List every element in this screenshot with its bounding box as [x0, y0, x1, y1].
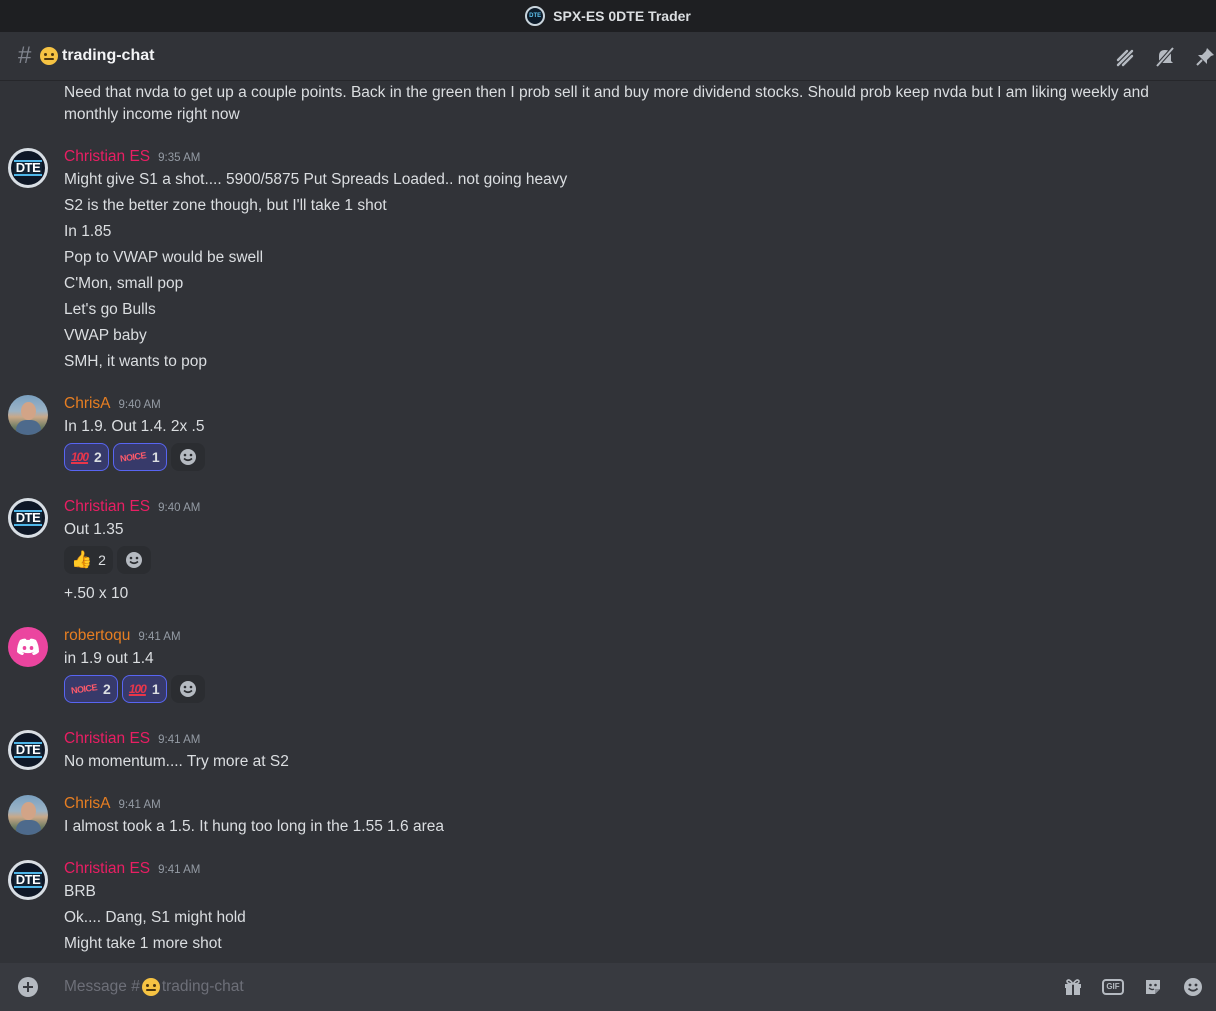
reaction-100[interactable]: 100 1	[121, 675, 167, 703]
message-text: No momentum.... Try more at S2	[64, 753, 289, 770]
avatar[interactable]	[8, 395, 48, 435]
add-attachment-icon[interactable]	[18, 977, 38, 997]
message-text: VWAP baby	[64, 327, 147, 344]
gift-icon[interactable]	[1062, 976, 1084, 998]
message-input[interactable]: Message # trading-chat	[64, 978, 244, 996]
sticker-icon[interactable]	[1142, 976, 1164, 998]
message-text: In 1.85	[64, 223, 112, 240]
username[interactable]: Christian ES	[64, 498, 150, 516]
reaction-bar: NOICE 2 100 1	[64, 675, 209, 703]
reaction-noice[interactable]: NOICE 2	[64, 675, 118, 703]
pin-icon[interactable]	[1194, 46, 1216, 68]
reaction-100[interactable]: 100 2	[64, 443, 109, 471]
timestamp: 9:35 AM	[158, 152, 201, 164]
channel-header: # trading-chat	[0, 32, 1216, 81]
grimace-emoji-icon	[141, 978, 160, 996]
message-text: Pop to VWAP would be swell	[64, 249, 264, 266]
composer-toolbar: GIF	[1044, 963, 1204, 1011]
username[interactable]: Christian ES	[64, 730, 150, 748]
avatar[interactable]	[8, 795, 48, 835]
hundred-emoji-icon: 100	[128, 682, 147, 696]
add-reaction-button[interactable]	[116, 546, 151, 574]
message-text: BRB	[64, 883, 96, 900]
message-composer[interactable]: Message # trading-chat GIF	[0, 963, 1216, 1011]
reaction-noice[interactable]: NOICE 1	[112, 443, 167, 471]
message-text: Need that nvda to get up a couple points…	[64, 84, 1149, 123]
noice-emoji-icon: NOICE	[70, 682, 98, 696]
username[interactable]: Christian ES	[64, 148, 150, 166]
window-titlebar: DTE SPX-ES 0DTE Trader	[0, 0, 1216, 32]
username[interactable]: robertoqu	[64, 627, 130, 645]
message-text: Ok.... Dang, S1 might hold	[64, 909, 246, 926]
gif-icon[interactable]: GIF	[1102, 976, 1124, 998]
message-text: Might give S1 a shot.... 5900/5875 Put S…	[64, 171, 568, 188]
avatar[interactable]: DTE	[8, 148, 48, 188]
message-text: S2 is the better zone though, but I'll t…	[64, 197, 387, 214]
timestamp: 9:41 AM	[158, 734, 201, 746]
smiley-icon	[179, 449, 196, 465]
timestamp: 9:41 AM	[118, 799, 161, 811]
server-icon: DTE	[525, 6, 546, 26]
avatar[interactable]: DTE	[8, 498, 48, 538]
reaction-thumbs-up[interactable]: 👍 2	[64, 546, 113, 574]
avatar[interactable]: DTE	[8, 860, 48, 900]
timestamp: 9:40 AM	[118, 399, 161, 411]
message-text: Might take 1 more shot	[64, 935, 222, 952]
channel-name: trading-chat	[62, 47, 155, 64]
username[interactable]: ChrisA	[64, 795, 111, 813]
thumbs-up-icon: 👍	[71, 550, 93, 569]
message-text: +.50 x 10	[64, 585, 129, 602]
smiley-icon	[179, 681, 196, 697]
header-toolbar	[1096, 32, 1216, 81]
message-text: I almost took a 1.5. It hung too long in…	[64, 818, 445, 835]
emoji-picker-icon[interactable]	[1182, 976, 1204, 998]
reaction-bar: 100 2 NOICE 1	[64, 443, 209, 471]
grimace-emoji-icon	[40, 47, 58, 65]
discord-logo-icon	[17, 638, 39, 655]
window-title: SPX-ES 0DTE Trader	[553, 8, 691, 24]
noice-emoji-icon: NOICE	[119, 450, 147, 464]
username[interactable]: ChrisA	[64, 395, 111, 413]
message-text: Let's go Bulls	[64, 301, 156, 318]
hash-icon: #	[18, 42, 32, 69]
smiley-icon	[125, 552, 142, 568]
timestamp: 9:41 AM	[138, 631, 181, 643]
message-text: SMH, it wants to pop	[64, 353, 208, 370]
message-text: C'Mon, small pop	[64, 275, 184, 292]
hundred-emoji-icon: 100	[71, 450, 89, 464]
message-text: Out 1.35	[64, 521, 124, 538]
message-text: In 1.9. Out 1.4. 2x .5	[64, 418, 205, 435]
threads-icon[interactable]	[1114, 46, 1136, 68]
mute-bell-icon[interactable]	[1154, 46, 1176, 68]
add-reaction-button[interactable]	[170, 443, 205, 471]
message-list[interactable]: Need that nvda to get up a couple points…	[0, 81, 1216, 961]
timestamp: 9:41 AM	[158, 864, 201, 876]
reaction-bar: 👍 2	[64, 546, 155, 574]
timestamp: 9:40 AM	[158, 502, 201, 514]
message-text: in 1.9 out 1.4	[64, 650, 154, 667]
avatar[interactable]	[8, 627, 48, 667]
username[interactable]: Christian ES	[64, 860, 150, 878]
avatar[interactable]: DTE	[8, 730, 48, 770]
add-reaction-button[interactable]	[170, 675, 205, 703]
